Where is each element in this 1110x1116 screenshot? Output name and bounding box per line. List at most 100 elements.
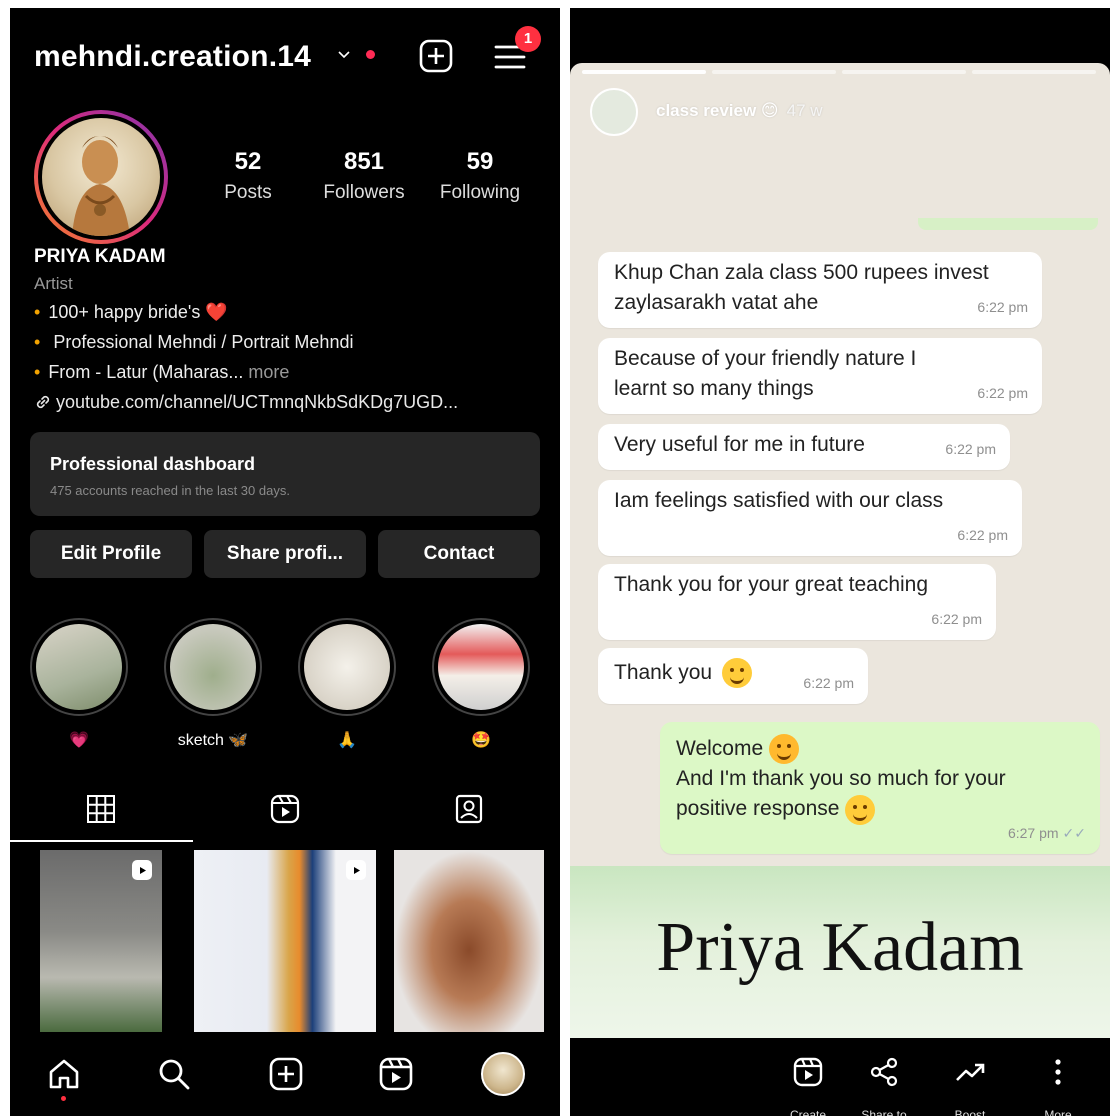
category-label: Artist (34, 274, 73, 293)
highlight-cover (36, 624, 122, 710)
instagram-profile-screen: mehndi.creation.14 1 52 Posts 851 Follow… (10, 8, 560, 1116)
profile-link-text: youtube.com/channel/UCTmnqNkbSdKDg7UGD..… (56, 392, 459, 412)
highlight-label: 💗 (69, 732, 89, 749)
chat-message: Thank you for your great teaching 6:22 p… (598, 564, 996, 640)
bio-more-link[interactable]: more (243, 362, 289, 382)
bio-line: • From - Latur (Maharas... more (34, 362, 289, 383)
story-title[interactable]: class review 😊 47 w (656, 101, 823, 121)
profile-link[interactable]: youtube.com/channel/UCTmnqNkbSdKDg7UGD..… (34, 392, 458, 413)
story-title-text: class review 😊 (656, 101, 779, 120)
active-tab-indicator (10, 840, 193, 842)
profile-avatar[interactable] (481, 1052, 525, 1096)
message-text: Because of your friendly nature I learnt… (614, 347, 917, 400)
message-text: Thank you for your great teaching (614, 573, 929, 596)
highlight-cover (170, 624, 256, 710)
story-highlight[interactable] (432, 618, 530, 716)
dashboard-subtitle: 475 accounts reached in the last 30 days… (50, 483, 290, 498)
bio-line: • 100+ happy bride's ❤️ (34, 302, 228, 323)
home-active-dot (61, 1096, 66, 1101)
story-highlight[interactable] (30, 618, 128, 716)
edit-profile-button[interactable]: Edit Profile (30, 530, 192, 578)
more-icon[interactable] (1042, 1056, 1074, 1088)
message-time: 6:22 pm (977, 385, 1028, 401)
stat-following[interactable]: 59 Following (420, 148, 540, 204)
highlight-cover (438, 624, 524, 710)
portrait-mehndi-image (42, 118, 160, 236)
message-text: Thank you (614, 661, 713, 684)
chat-message: Because of your friendly nature I learnt… (598, 338, 1042, 414)
following-count: 59 (466, 148, 494, 175)
blush-emoji-icon (845, 794, 876, 825)
profile-avatar[interactable] (34, 110, 168, 244)
home-icon[interactable] (46, 1056, 82, 1092)
following-label: Following (439, 182, 521, 203)
boost-label: Boost (954, 1108, 986, 1116)
message-text: Khup Chan zala class 500 rupees invest z… (614, 261, 989, 314)
bottom-navigation (10, 1038, 560, 1116)
add-post-icon[interactable] (418, 38, 454, 74)
story-highlight-avatar[interactable] (590, 88, 638, 136)
share-icon[interactable] (868, 1056, 900, 1088)
notification-badge: 1 (515, 26, 541, 52)
create-icon[interactable] (792, 1056, 824, 1088)
post-thumbnail[interactable] (40, 850, 162, 1032)
reply-time-text: 6:27 pm (1007, 825, 1059, 841)
more-label: More (1044, 1108, 1072, 1116)
link-icon (36, 395, 50, 409)
boost-icon[interactable] (954, 1056, 986, 1088)
story-viewer: class review 😊 47 w Khup Chan zala class … (570, 8, 1110, 1116)
highlight-label: sketch 🦋 (177, 732, 249, 749)
smile-emoji-icon (721, 658, 752, 689)
stat-followers[interactable]: 851 Followers (304, 148, 424, 204)
chat-message: Iam feelings satisfied with our class 6:… (598, 480, 1022, 556)
create-label: Create (789, 1108, 827, 1116)
reel-badge-icon (346, 860, 366, 880)
story-progress-segment (842, 70, 966, 74)
chat-message: Khup Chan zala class 500 rupees invest z… (598, 252, 1042, 328)
double-check-icon: ✓✓ (1062, 825, 1086, 841)
bio-text: From - Latur (Maharas... (48, 362, 244, 382)
bio-line: • Professional Mehndi / Portrait Mehndi (34, 332, 353, 353)
previous-message-edge (918, 218, 1098, 230)
message-text: Iam feelings satisfied with our class (614, 489, 944, 512)
profile-header: mehndi.creation.14 1 (10, 8, 560, 108)
add-post-icon[interactable] (268, 1056, 304, 1092)
search-icon[interactable] (156, 1056, 192, 1092)
message-text: Very useful for me in future (614, 433, 865, 456)
reels-icon[interactable] (270, 794, 300, 824)
chevron-down-icon[interactable] (338, 48, 350, 60)
message-time: 6:22 pm (957, 527, 1008, 543)
chat-message: Very useful for me in future 6:22 pm (598, 424, 1010, 470)
message-time: 6:22 pm (945, 441, 996, 457)
display-name: PRIYA KADAM (34, 246, 166, 267)
grid-icon[interactable] (86, 794, 116, 824)
story-progress-segment (712, 70, 836, 74)
story-highlight[interactable] (298, 618, 396, 716)
posts-count: 52 (234, 148, 262, 175)
username[interactable]: mehndi.creation.14 (34, 40, 311, 74)
professional-dashboard[interactable]: Professional dashboard 475 accounts reac… (30, 432, 540, 516)
tagged-icon[interactable] (454, 794, 484, 824)
story-progress-segment (582, 70, 706, 74)
story-actions-bar: Create Share to Boost More (570, 1038, 1110, 1116)
posts-label: Posts (224, 182, 272, 203)
followers-count: 851 (343, 148, 385, 175)
story-time: 47 w (786, 101, 823, 120)
contact-button[interactable]: Contact (378, 530, 540, 578)
post-thumbnail[interactable] (194, 850, 376, 1032)
bio-text: Professional Mehndi / Portrait Mehndi (48, 332, 354, 352)
share-profile-button[interactable]: Share profi... (204, 530, 366, 578)
chat-message: Thank you 6:22 pm (598, 648, 868, 704)
heart-face-emoji-icon (768, 734, 799, 765)
highlight-label: 🙏 (337, 732, 357, 749)
reel-badge-icon (132, 860, 152, 880)
reply-line-1: Welcome (676, 737, 764, 760)
stat-posts[interactable]: 52 Posts (188, 148, 308, 204)
message-time: 6:22 pm (803, 675, 854, 691)
reply-time: 6:27 pm ✓✓ (1008, 818, 1086, 848)
story-highlight[interactable] (164, 618, 262, 716)
highlight-label: 🤩 (471, 732, 491, 749)
post-thumbnail[interactable] (394, 850, 544, 1032)
reels-icon[interactable] (378, 1056, 414, 1092)
bio-text: 100+ happy bride's ❤️ (48, 302, 228, 322)
